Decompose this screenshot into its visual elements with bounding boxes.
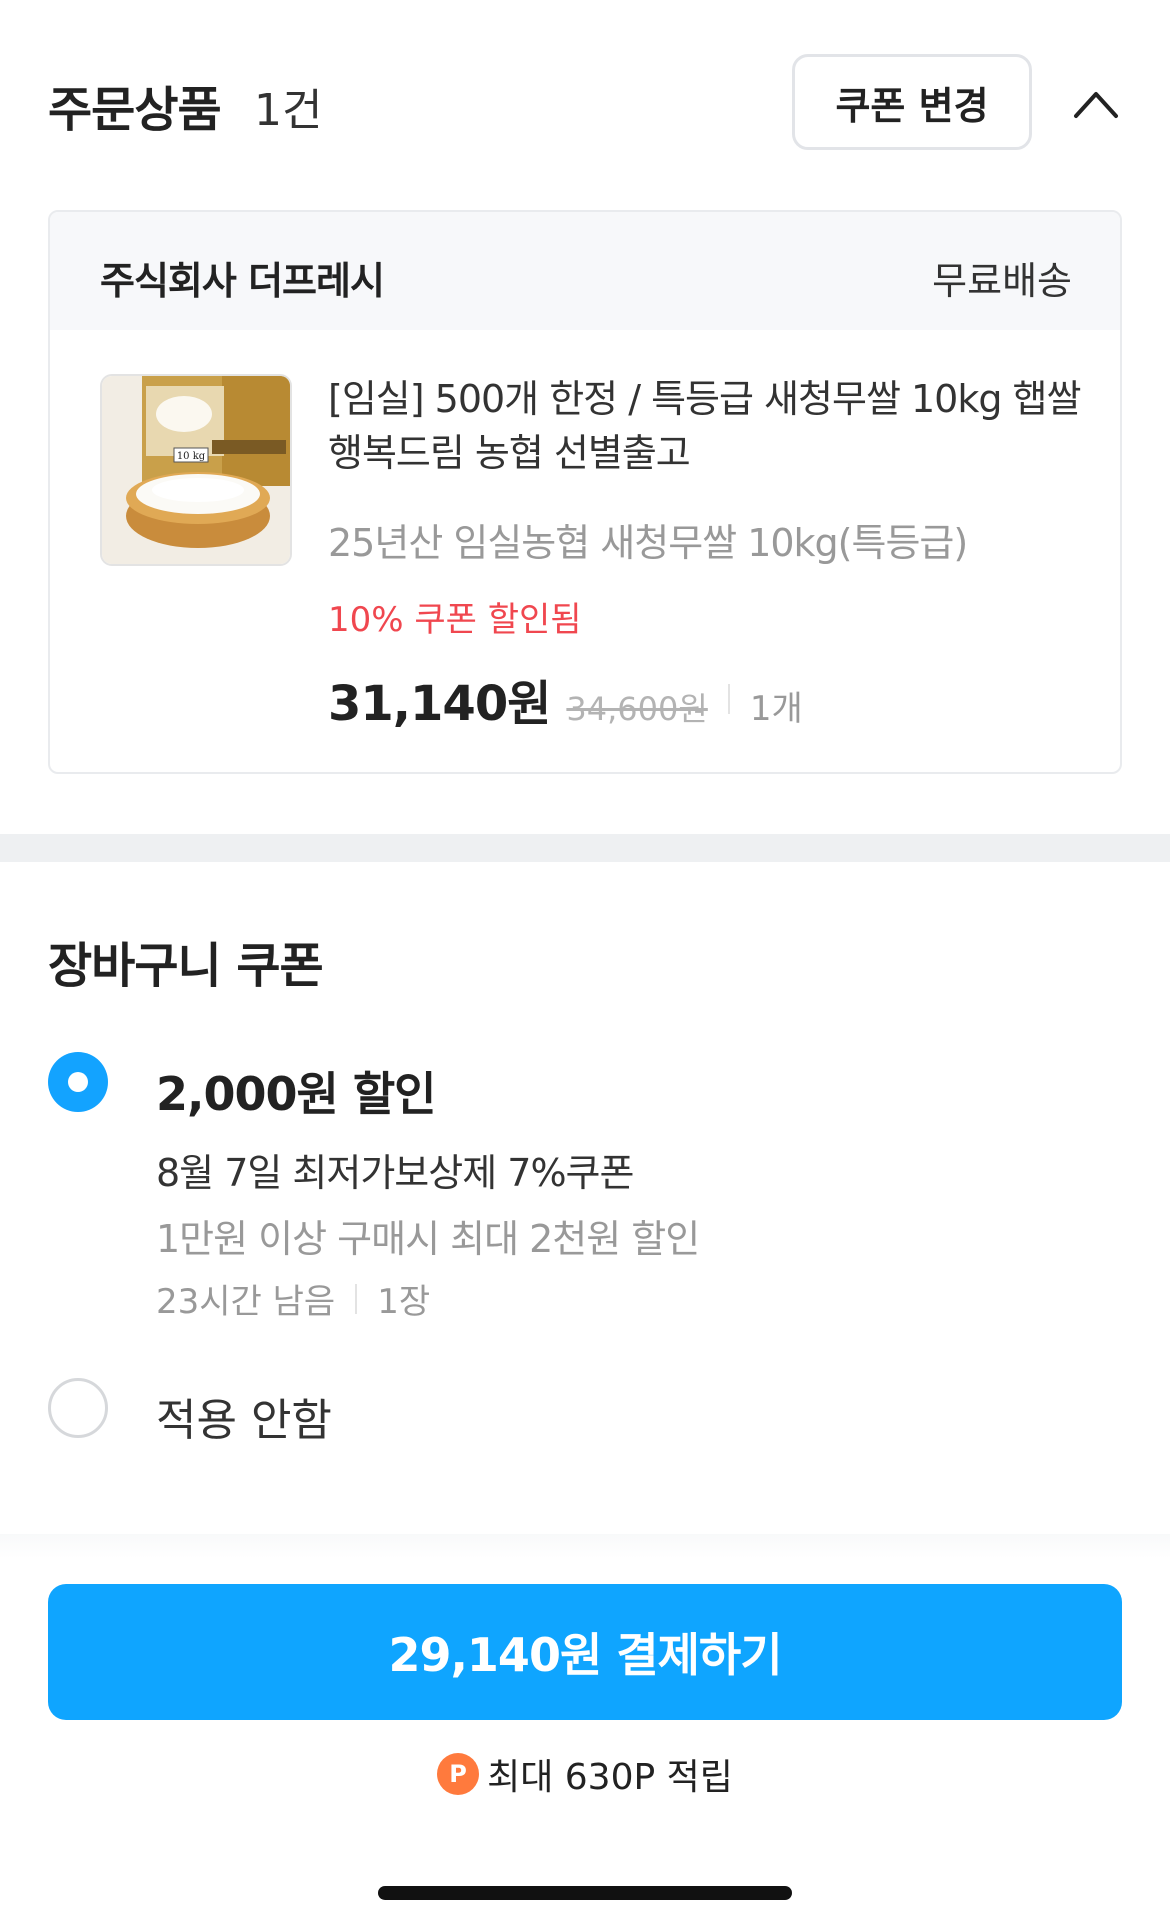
- pay-button[interactable]: 29,140원 결제하기: [48, 1584, 1122, 1720]
- coupon-change-button[interactable]: 쿠폰 변경: [792, 54, 1032, 150]
- seller-name: 주식회사 더프레시: [100, 259, 385, 303]
- sale-price: 31,140원: [328, 676, 551, 732]
- svg-text:10 kg: 10 kg: [177, 451, 206, 462]
- points-row: P 최대 630P 적립: [0, 1748, 1170, 1800]
- coupon-name: 8월 7일 최저가보상제 7%쿠폰: [156, 1151, 634, 1195]
- coupon-condition: 1만원 이상 구매시 최대 2천원 할인: [156, 1217, 700, 1261]
- coupon-meta: 23시간 남음 1장: [156, 1274, 430, 1323]
- product-option: 25년산 임실농협 새청무쌀 10kg(특등급): [328, 521, 968, 565]
- original-price: 34,600원: [566, 690, 708, 728]
- checkout-page: 주문상품 1건 쿠폰 변경 주식회사 더프레시 무료배송 10 kg [임실] …: [0, 0, 1170, 1926]
- order-count: 1건: [254, 85, 323, 136]
- shipping-label: 무료배송: [932, 259, 1072, 303]
- coupon-count: 1장: [377, 1282, 431, 1322]
- divider: [727, 684, 730, 714]
- bottom-bar-shadow: [0, 1534, 1170, 1558]
- no-coupon-label[interactable]: 적용 안함: [156, 1384, 332, 1448]
- points-icon: P: [437, 1753, 480, 1795]
- coupon-radio-selected[interactable]: [48, 1052, 108, 1112]
- quantity: 1개: [749, 689, 803, 729]
- section-divider: [0, 834, 1170, 862]
- price-row: 31,140원 34,600원 1개: [328, 664, 803, 734]
- order-title: 주문상품: [48, 82, 222, 138]
- points-text: 최대 630P 적립: [487, 1757, 733, 1798]
- seller-header: 주식회사 더프레시 무료배송: [50, 212, 1120, 330]
- chevron-up-icon[interactable]: [1070, 80, 1122, 128]
- home-indicator[interactable]: [378, 1886, 792, 1900]
- product-name[interactable]: [임실] 500개 한정 / 특등급 새청무쌀 10kg 햅쌀 행복드림 농협 …: [328, 372, 1088, 480]
- order-header: 주문상품 1건 쿠폰 변경: [0, 0, 1170, 190]
- cart-coupon-title: 장바구니 쿠폰: [48, 938, 324, 994]
- divider: [355, 1283, 358, 1314]
- discount-note: 10% 쿠폰 할인됨: [328, 600, 582, 640]
- coupon-radio-none[interactable]: [48, 1378, 108, 1438]
- coupon-amount[interactable]: 2,000원 할인: [156, 1058, 436, 1124]
- coupon-time-left: 23시간 남음: [156, 1282, 336, 1322]
- seller-card: 주식회사 더프레시 무료배송 10 kg [임실] 500개 한정 / 특등급 …: [48, 210, 1122, 774]
- product-image[interactable]: 10 kg: [100, 374, 292, 566]
